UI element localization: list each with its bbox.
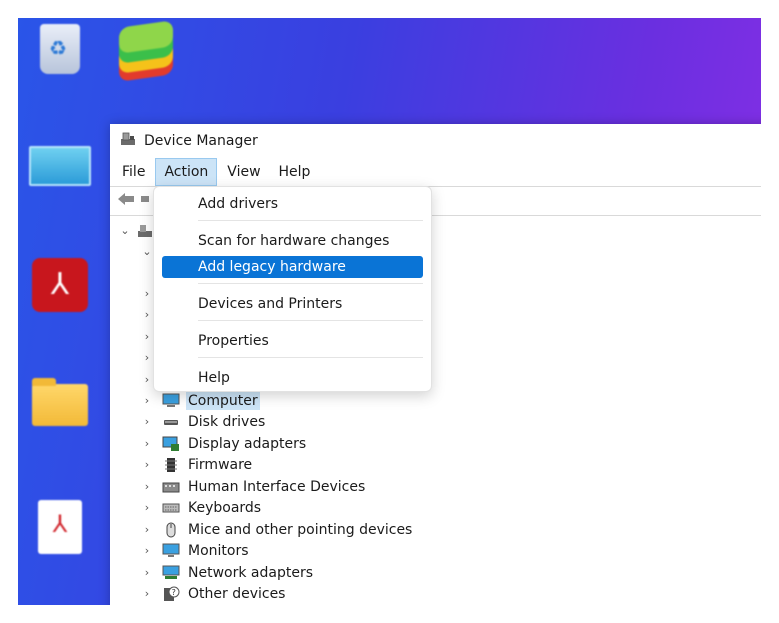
chevron-right-icon[interactable]: ›: [140, 587, 154, 600]
tree-item-label: Firmware: [188, 456, 253, 473]
tree-item-network-adapters[interactable]: › Network adapters: [140, 562, 315, 583]
computer-icon: [162, 393, 180, 409]
recycle-bin-icon: [40, 24, 80, 74]
tree-item-label: Computer: [186, 391, 260, 410]
monitor-icon: [162, 543, 180, 559]
title-bar: Device Manager: [110, 124, 761, 158]
mouse-icon: [162, 522, 180, 538]
chevron-right-icon[interactable]: ›: [140, 501, 154, 514]
tree-item-mice[interactable]: › Mice and other pointing devices: [140, 519, 414, 540]
menu-item-add-drivers[interactable]: Add drivers: [162, 193, 423, 215]
chevron-right-icon[interactable]: ›: [140, 480, 154, 493]
acrobat-icon: ⅄: [32, 258, 88, 312]
chevron-down-icon[interactable]: ⌄: [140, 245, 154, 258]
tree-item-label: Monitors: [188, 542, 249, 559]
tree-item-label: Other devices: [188, 585, 286, 602]
desktop-icon-acrobat[interactable]: ⅄: [20, 258, 100, 316]
desktop-icon-folder[interactable]: [20, 378, 100, 430]
desktop-icon-this-pc[interactable]: [20, 146, 100, 190]
tree-collapsed-row[interactable]: ›: [140, 283, 154, 304]
action-menu-dropdown: Add drivers Scan for hardware changes Ad…: [153, 186, 432, 392]
tree-item-label: Human Interface Devices: [188, 478, 366, 495]
chevron-right-icon[interactable]: ›: [140, 544, 154, 557]
tree-item-firmware[interactable]: › Firmware: [140, 454, 254, 475]
tree-collapsed-row[interactable]: ›: [140, 347, 154, 368]
chevron-right-icon[interactable]: ›: [140, 308, 154, 321]
keyboard-icon: [162, 500, 180, 516]
chevron-right-icon[interactable]: ›: [140, 394, 154, 407]
other-device-icon: ?: [162, 586, 180, 602]
tree-collapsed-row[interactable]: ›: [140, 326, 154, 347]
tree-collapsed-row[interactable]: ›: [140, 369, 154, 390]
menu-help[interactable]: Help: [271, 159, 319, 185]
desktop-icon-recycle-bin[interactable]: [20, 24, 100, 78]
menu-file[interactable]: File: [114, 159, 153, 185]
tree-item-label: Keyboards: [188, 499, 262, 516]
computer-root-icon: [136, 223, 154, 239]
pdf-file-icon: ⅄: [38, 500, 82, 554]
menu-item-add-legacy-hardware[interactable]: Add legacy hardware: [162, 256, 423, 278]
chevron-down-icon[interactable]: ⌄: [118, 224, 132, 237]
desktop-icon-pdf[interactable]: ⅄: [20, 500, 100, 558]
chevron-right-icon[interactable]: ›: [140, 351, 154, 364]
chevron-right-icon[interactable]: ›: [140, 523, 154, 536]
chevron-right-icon[interactable]: ›: [140, 566, 154, 579]
menu-view[interactable]: View: [219, 159, 268, 185]
menu-separator: [198, 320, 423, 321]
menu-item-properties[interactable]: Properties: [162, 330, 423, 352]
menu-separator: [198, 283, 423, 284]
bluestacks-icon: [115, 20, 177, 82]
back-arrow-icon[interactable]: [116, 191, 136, 211]
disk-drive-icon: [162, 414, 180, 430]
this-pc-icon: [29, 146, 91, 186]
chevron-right-icon[interactable]: ›: [140, 287, 154, 300]
menu-bar: File Action View Help: [110, 158, 761, 186]
menu-action[interactable]: Action: [155, 158, 218, 186]
folder-icon: [32, 378, 88, 426]
forward-arrow-icon[interactable]: [140, 191, 150, 211]
firmware-icon: [162, 457, 180, 473]
chevron-right-icon[interactable]: ›: [140, 330, 154, 343]
chevron-right-icon[interactable]: ›: [140, 458, 154, 471]
tree-item-display-adapters[interactable]: › Display adapters: [140, 433, 308, 454]
menu-separator: [198, 220, 423, 221]
menu-separator: [198, 357, 423, 358]
hid-icon: [162, 479, 180, 495]
tree-item-label: Display adapters: [188, 435, 307, 452]
display-adapter-icon: [162, 436, 180, 452]
chevron-right-icon[interactable]: ›: [140, 373, 154, 386]
chevron-right-icon[interactable]: ›: [140, 437, 154, 450]
chevron-right-icon[interactable]: ›: [140, 415, 154, 428]
window-title: Device Manager: [144, 133, 258, 149]
menu-item-help[interactable]: Help: [162, 367, 423, 389]
tree-item-label: Mice and other pointing devices: [188, 521, 413, 538]
tree-subroot[interactable]: ⌄: [140, 241, 154, 262]
tree-item-other-devices[interactable]: › ? Other devices: [140, 583, 287, 604]
menu-item-scan-hardware[interactable]: Scan for hardware changes: [162, 230, 423, 252]
tree-item-monitors[interactable]: › Monitors: [140, 540, 251, 561]
tree-item-computer[interactable]: › Computer: [140, 390, 260, 411]
device-manager-icon: [120, 131, 136, 151]
menu-item-devices-printers[interactable]: Devices and Printers: [162, 293, 423, 315]
tree-item-hid[interactable]: › Human Interface Devices: [140, 476, 367, 497]
tree-collapsed-row[interactable]: ›: [140, 304, 154, 325]
tree-item-label: Disk drives: [188, 413, 266, 430]
tree-item-label: Network adapters: [188, 564, 313, 581]
tree-item-disk-drives[interactable]: › Disk drives: [140, 411, 267, 432]
tree-item-keyboards[interactable]: › Keyboards: [140, 497, 263, 518]
desktop-icon-bluestacks[interactable]: [106, 20, 186, 84]
svg-text:?: ?: [172, 588, 176, 597]
network-adapter-icon: [162, 565, 180, 581]
